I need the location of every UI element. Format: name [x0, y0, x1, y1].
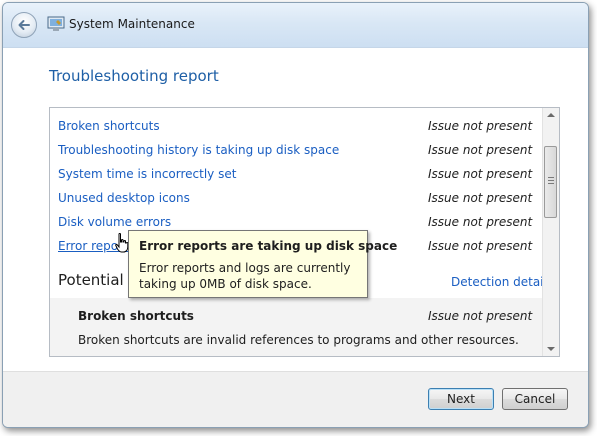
issue-status: Issue not present [428, 167, 533, 181]
error-reports-tooltip: Error reports are taking up disk space E… [128, 230, 397, 298]
issue-link-troubleshooting-history[interactable]: Troubleshooting history is taking up dis… [58, 143, 339, 157]
detail-issue-status: Issue not present [428, 309, 533, 323]
issue-status: Issue not present [428, 143, 533, 157]
system-maintenance-window: System Maintenance Troubleshooting repor… [2, 2, 589, 428]
scroll-thumb[interactable] [544, 146, 557, 218]
issue-link-broken-shortcuts[interactable]: Broken shortcuts [58, 119, 160, 133]
issue-status: Issue not present [428, 119, 533, 133]
detail-issue-name: Broken shortcuts [78, 309, 194, 323]
detail-panel [50, 298, 544, 356]
issue-row: Unused desktop icons Issue not present [58, 191, 538, 209]
grip-line [548, 183, 554, 184]
dialog-footer: Next Cancel [3, 371, 588, 427]
issue-link-system-time[interactable]: System time is incorrectly set [58, 167, 236, 181]
grip-line [548, 177, 554, 178]
issue-row: Troubleshooting history is taking up dis… [58, 143, 538, 161]
vertical-scrollbar[interactable] [542, 108, 559, 356]
hand-cursor-icon [115, 233, 129, 253]
back-arrow-icon [18, 20, 30, 30]
page-heading: Troubleshooting report [49, 67, 219, 85]
grip-line [548, 180, 554, 181]
window-title: System Maintenance [69, 17, 195, 31]
detail-issue-description: Broken shortcuts are invalid references … [78, 333, 519, 347]
cancel-button[interactable]: Cancel [502, 388, 568, 410]
detection-details-link[interactable]: Detection details [451, 275, 553, 289]
maintenance-app-icon [47, 16, 65, 31]
scroll-down-arrow-icon[interactable] [547, 347, 555, 351]
issue-status: Issue not present [428, 239, 533, 253]
scroll-up-arrow-icon[interactable] [547, 113, 555, 117]
tooltip-body: Error reports and logs are currently tak… [139, 261, 351, 291]
title-bar: System Maintenance [3, 3, 588, 48]
back-button[interactable] [11, 12, 37, 38]
issue-link-disk-volume-errors[interactable]: Disk volume errors [58, 215, 171, 229]
issue-link-unused-desktop-icons[interactable]: Unused desktop icons [58, 191, 190, 205]
next-button[interactable]: Next [428, 388, 494, 410]
tooltip-title: Error reports are taking up disk space [139, 239, 398, 253]
issue-row: System time is incorrectly set Issue not… [58, 167, 538, 185]
issue-row: Broken shortcuts Issue not present [58, 119, 538, 137]
issue-status: Issue not present [428, 215, 533, 229]
issue-status: Issue not present [428, 191, 533, 205]
